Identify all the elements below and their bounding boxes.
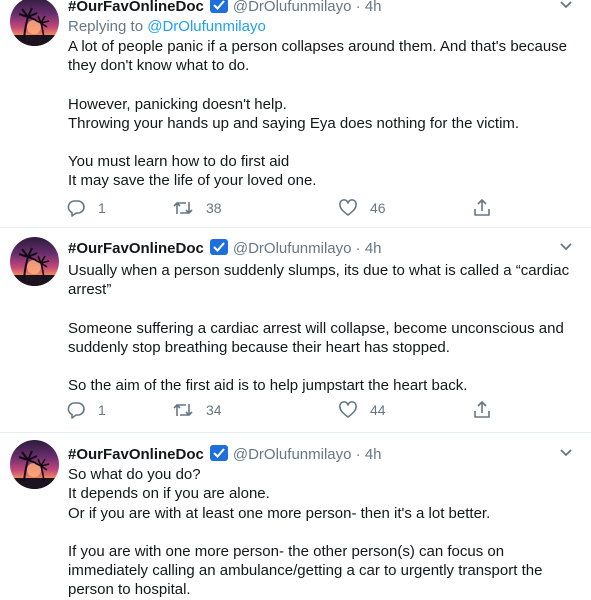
chevron-down-icon[interactable] [559, 0, 573, 13]
reply-bubble-icon [67, 200, 85, 217]
avatar[interactable] [10, 440, 59, 489]
tweet-line: However, panicking doesn't help. [68, 95, 287, 113]
tweet-text: So what do you do? It depends on if you … [68, 465, 578, 600]
retweet-icon [173, 202, 193, 214]
reply-bubble-icon [67, 402, 85, 419]
tweet[interactable]: #OurFavOnlineDoc @DrOlufunmilayo · 4h So … [0, 432, 591, 600]
share-icon [474, 401, 490, 418]
heart-icon [339, 199, 357, 216]
verified-badge-icon [209, 238, 229, 260]
share-button[interactable] [472, 198, 492, 218]
tweet-line: arrest” [68, 281, 112, 299]
tweet-actions: 1 38 46 [66, 198, 496, 220]
author-handle[interactable]: @DrOlufunmilayo [233, 446, 352, 463]
chevron-down-icon[interactable] [559, 446, 573, 461]
avatar[interactable] [10, 0, 59, 46]
separator-dot: · [355, 0, 361, 15]
like-button[interactable]: 44 [338, 400, 386, 420]
author-name[interactable]: #OurFavOnlineDoc [68, 240, 204, 257]
palm-tree-sunset-image [10, 247, 59, 286]
separator-dot: · [355, 240, 361, 257]
verified-badge-icon [209, 0, 229, 18]
tweet-line: A lot of people panic if a person collap… [68, 38, 568, 55]
avatar[interactable] [10, 237, 59, 286]
like-button[interactable]: 46 [338, 198, 386, 218]
tweet-line: You must learn how to do first aid [68, 153, 290, 171]
replying-to-label: Replying to [68, 18, 144, 35]
timestamp[interactable]: 4h [365, 446, 382, 463]
tweet-line: It depends on if you are alone. [68, 485, 270, 503]
author-handle[interactable]: @DrOlufunmilayo [233, 240, 352, 257]
reply-button[interactable]: 1 [66, 400, 106, 420]
separator-dot: · [355, 446, 361, 463]
tweet-text: A lot of people panic if a person collap… [68, 37, 578, 191]
verified-badge-icon [209, 444, 229, 466]
reply-count: 1 [98, 402, 106, 418]
replying-to-mention[interactable]: @DrOlufunmilayo [147, 18, 266, 35]
tweet-line: immediately calling an ambulance/getting… [68, 562, 543, 580]
chevron-down-icon[interactable] [559, 240, 573, 255]
tweet-line: It may save the life of your loved one. [68, 172, 317, 190]
tweet[interactable]: #OurFavOnlineDoc @DrOlufunmilayo · 4h Usu… [0, 227, 591, 432]
tweet-actions: 1 34 44 [66, 400, 496, 422]
tweet[interactable]: #OurFavOnlineDoc @DrOlufunmilayo · 4h Rep… [0, 0, 591, 227]
reply-button[interactable]: 1 [66, 198, 106, 218]
tweet-header: #OurFavOnlineDoc @DrOlufunmilayo · 4h [68, 238, 581, 258]
timestamp[interactable]: 4h [365, 240, 382, 257]
tweet-line: suddenly stop breathing because their he… [68, 338, 450, 356]
share-button[interactable] [472, 400, 492, 420]
tweet-line: Usually when a person suddenly slumps, i… [68, 262, 570, 279]
tweet-line: So the aim of the first aid is to help j… [68, 377, 468, 395]
tweet-line: person to hospital. [68, 581, 191, 599]
retweet-count: 38 [206, 200, 222, 216]
replying-to: Replying to @DrOlufunmilayo [68, 18, 266, 35]
tweet-line: Someone suffering a cardiac arrest will … [68, 319, 564, 337]
tweet-header: #OurFavOnlineDoc @DrOlufunmilayo · 4h [68, 444, 581, 464]
retweet-icon [173, 404, 193, 416]
tweet-line: So what do you do? [68, 466, 201, 483]
tweet-line: Throwing your hands up and saying Eya do… [68, 114, 520, 132]
heart-icon [339, 401, 357, 418]
reply-count: 1 [98, 200, 106, 216]
retweet-count: 34 [206, 402, 222, 418]
like-count: 44 [370, 402, 386, 418]
tweet-line: they don't know what to do. [68, 57, 250, 75]
palm-tree-sunset-image [10, 7, 59, 46]
author-name[interactable]: #OurFavOnlineDoc [68, 446, 204, 463]
tweet-line: If you are with one more person- the oth… [68, 542, 505, 560]
tweet-text: Usually when a person suddenly slumps, i… [68, 261, 578, 395]
timestamp[interactable]: 4h [365, 0, 382, 15]
like-count: 46 [370, 200, 386, 216]
author-name[interactable]: #OurFavOnlineDoc [68, 0, 204, 15]
palm-tree-sunset-image [10, 450, 59, 489]
tweet-header: #OurFavOnlineDoc @DrOlufunmilayo · 4h [68, 0, 581, 16]
share-icon [474, 199, 490, 216]
retweet-button[interactable]: 38 [172, 198, 222, 218]
author-handle[interactable]: @DrOlufunmilayo [233, 0, 352, 15]
tweet-line: Or if you are with at least one more per… [68, 504, 491, 522]
retweet-button[interactable]: 34 [172, 400, 222, 420]
